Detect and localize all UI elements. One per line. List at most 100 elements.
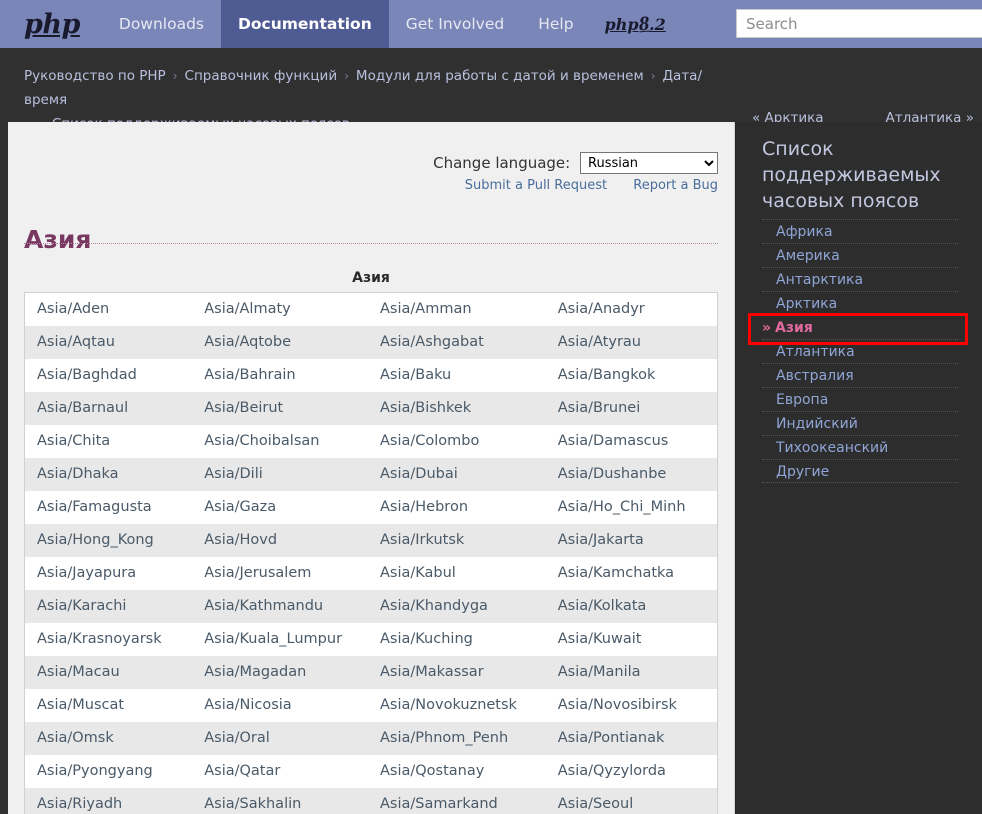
table-row: Asia/Macau Asia/Magadan Asia/Makassar Asia/… — [24, 655, 718, 689]
sidebar-item-10[interactable]: Другие — [762, 459, 958, 483]
sidebar-item-0[interactable]: Африка — [762, 219, 958, 243]
breadcrumb-bar: Руководство по PHP › Справочник функций › Мо… — [0, 48, 982, 132]
timezone-cell: Asia/Sakhalin — [204, 795, 302, 812]
sidebar-item-6[interactable]: Австралия — [762, 363, 958, 387]
timezone-cell: Asia/Seoul — [557, 795, 634, 812]
timezone-cell: Asia/Choibalsan — [204, 433, 320, 449]
timezone-cell: Asia/Amman — [380, 301, 472, 318]
sidebar-item-label: Австралия — [776, 368, 854, 384]
language-selector-row: Change language: Russian — [8, 152, 718, 174]
timezone-cell: Asia/Dubai — [380, 466, 458, 482]
timezone-cell: Asia/Kuching — [380, 631, 473, 647]
breadcrumb-item-1[interactable]: Справочник функций — [185, 68, 338, 84]
timezone-table-body: Asia/Aden Asia/Almaty Asia/Amman Asia/Anady… — [24, 292, 718, 814]
timezone-cell: Asia/Famagusta — [37, 499, 152, 515]
timezone-cell: Asia/Barnaul — [37, 400, 129, 416]
timezone-cell: Asia/Bangkok — [557, 367, 656, 383]
sidebar-title: Список поддерживаемых часовых поясов — [762, 138, 941, 212]
sidebar-item-3[interactable]: Арктика — [762, 291, 958, 315]
table-row: Asia/Omsk Asia/Oral Asia/Phnom_Penh Asia/Po… — [24, 721, 718, 755]
search-input[interactable] — [736, 9, 982, 38]
timezone-cell: Asia/Chita — [37, 433, 111, 449]
table-row: Asia/Muscat Asia/Nicosia Asia/Novokuznetsk… — [24, 688, 718, 722]
submit-pull-request-link[interactable]: Submit a Pull Request — [465, 178, 607, 193]
edit-links-row: Submit a Pull Request Report a Bug — [8, 178, 718, 193]
sidebar-item-5[interactable]: Атлантика — [762, 339, 958, 363]
table-row: Asia/Famagusta Asia/Gaza Asia/Hebron Asia/H… — [24, 490, 718, 524]
table-row: Asia/Pyongyang Asia/Qatar Asia/Qostanay Asi… — [24, 754, 718, 788]
timezone-cell: Asia/Dili — [204, 466, 263, 482]
timezone-cell: Asia/Baghdad — [37, 367, 137, 383]
timezone-cell: Asia/Karachi — [37, 598, 127, 614]
timezone-cell: Asia/Aden — [37, 301, 110, 318]
timezone-cell: Asia/Oral — [204, 730, 270, 746]
sidebar-item-label: Арктика — [776, 296, 838, 312]
sidebar-item-label: Тихоокеанский — [776, 440, 889, 456]
timezone-cell: Asia/Pontianak — [557, 730, 665, 746]
version-suffix: .2 — [649, 14, 666, 34]
timezone-cell: Asia/Makassar — [380, 664, 484, 680]
sidebar-list: Африка Америка Антарктика Арктика » Азия Атлан… — [762, 219, 958, 483]
table-row: Asia/Baghdad Asia/Bahrain Asia/Baku Asia/Ba… — [24, 358, 718, 392]
timezone-cell: Asia/Manila — [557, 664, 641, 680]
timezone-cell: Asia/Riyadh — [37, 795, 123, 812]
breadcrumb-item-2[interactable]: Модули для работы с датой и временем — [356, 68, 644, 84]
timezone-cell: Asia/Jakarta — [557, 532, 644, 548]
sidebar-item-9[interactable]: Тихоокеанский — [762, 435, 958, 459]
table-row: Asia/Krasnoyarsk Asia/Kuala_Lumpur Asia/Ku… — [24, 622, 718, 656]
timezone-cell: Asia/Almaty — [204, 301, 291, 318]
language-select[interactable]: Russian — [580, 152, 718, 174]
sidebar-item-label: Азия — [775, 320, 813, 336]
timezone-cell: Asia/Jayapura — [37, 565, 137, 581]
timezone-cell: Asia/Beirut — [204, 400, 284, 416]
timezone-cell: Asia/Baku — [380, 367, 452, 383]
table-row: Asia/Karachi Asia/Kathmandu Asia/Khandyga A… — [24, 589, 718, 623]
breadcrumb-separator: › — [650, 69, 656, 83]
table-row: Asia/Hong_Kong Asia/Hovd Asia/Irkutsk Asia/… — [24, 523, 718, 557]
timezone-cell: Asia/Bahrain — [204, 367, 296, 383]
sidebar-item-4[interactable]: » Азия — [762, 315, 958, 339]
timezone-cell: Asia/Qostanay — [380, 763, 485, 779]
table-row: Asia/Riyadh Asia/Sakhalin Asia/Samarkand As… — [24, 787, 718, 814]
nav-item-get-involved[interactable]: Get Involved — [389, 0, 521, 48]
sidebar-item-label: Атлантика — [776, 344, 855, 360]
nav-item-documentation[interactable]: Documentation — [221, 0, 389, 48]
timezone-cell: Asia/Kathmandu — [204, 598, 324, 614]
breadcrumb-separator: › — [344, 69, 349, 83]
sidebar-item-label: Другие — [776, 464, 830, 480]
sidebar-item-1[interactable]: Америка — [762, 243, 958, 267]
timezone-cell: Asia/Hong_Kong — [37, 532, 154, 548]
nav-item-help[interactable]: Help — [521, 0, 590, 48]
timezone-cell: Asia/Macau — [37, 664, 120, 680]
version-prefix: php — [604, 14, 639, 34]
timezone-cell: Asia/Muscat — [37, 697, 125, 713]
timezone-cell: Asia/Dushanbe — [557, 466, 667, 482]
timezone-cell: Asia/Irkutsk — [380, 532, 465, 548]
timezone-cell: Asia/Ashgabat — [380, 334, 484, 350]
sidebar-item-label: Африка — [776, 224, 833, 240]
search-box[interactable] — [736, 9, 982, 38]
title-divider — [24, 243, 718, 244]
php-version-badge[interactable]: php 8.2 — [591, 0, 680, 48]
timezone-cell: Asia/Phnom_Penh — [380, 730, 509, 746]
timezone-cell: Asia/Magadan — [204, 664, 307, 680]
timezone-cell: Asia/Aqtobe — [204, 334, 292, 350]
sidebar-item-7[interactable]: Европа — [762, 387, 958, 411]
content-pane: Change language: Russian Submit a Pull R… — [8, 122, 735, 814]
table-row: Asia/Barnaul Asia/Beirut Asia/Bishkek Asia/… — [24, 391, 718, 425]
elephant-eight-icon: 8 — [637, 13, 650, 35]
timezone-cell: Asia/Khandyga — [380, 598, 488, 614]
timezone-cell: Asia/Kolkata — [557, 598, 647, 614]
timezone-cell: Asia/Brunei — [557, 400, 641, 416]
breadcrumb-separator: › — [172, 69, 178, 83]
timezone-cell: Asia/Samarkand — [380, 795, 498, 812]
php-logo[interactable]: php — [0, 0, 102, 48]
breadcrumb-item-0[interactable]: Руководство по PHP — [24, 68, 166, 84]
sidebar-item-8[interactable]: Индийский — [762, 411, 958, 435]
table-row: Asia/Jayapura Asia/Jerusalem Asia/Kabul Asi… — [24, 556, 718, 590]
nav-item-downloads[interactable]: Downloads — [102, 0, 221, 48]
report-bug-link[interactable]: Report a Bug — [633, 178, 718, 193]
timezone-cell: Asia/Anadyr — [557, 301, 645, 318]
left-edge-strip — [0, 122, 8, 814]
sidebar-item-2[interactable]: Антарктика — [762, 267, 958, 291]
